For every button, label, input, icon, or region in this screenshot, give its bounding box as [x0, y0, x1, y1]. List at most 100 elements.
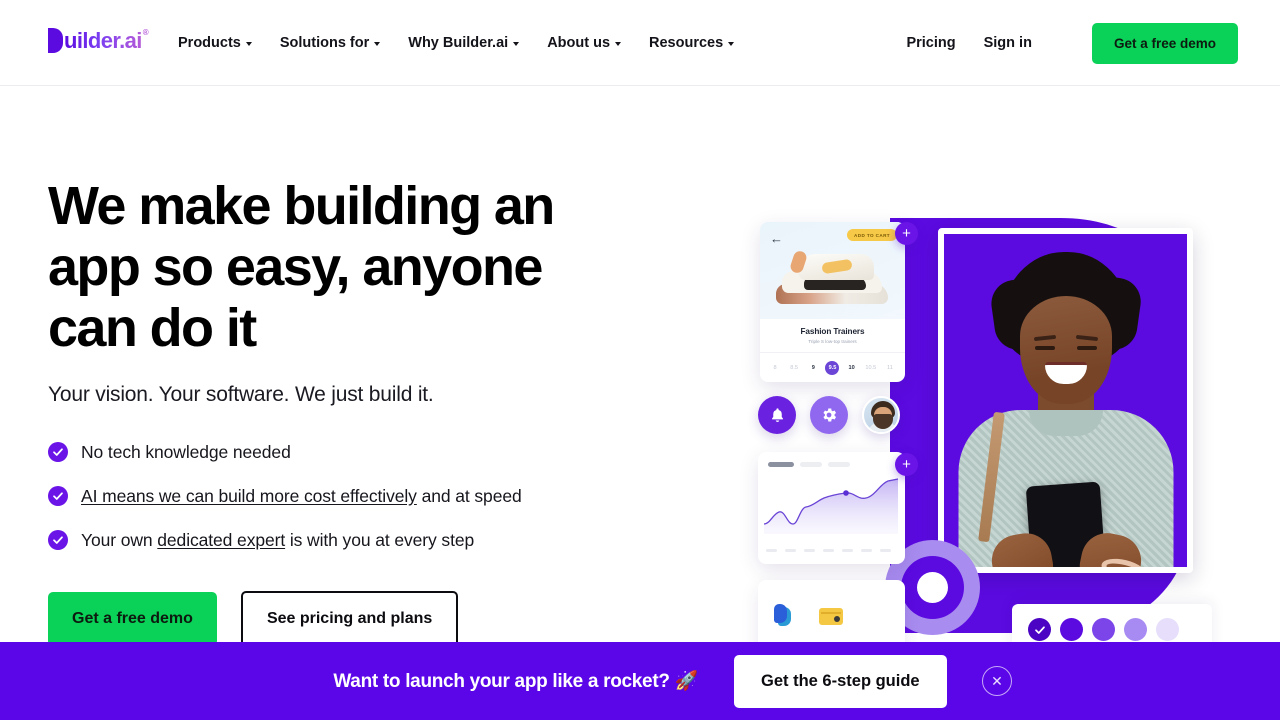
hero-cta-row: Get a free demo See pricing and plans — [48, 591, 648, 647]
see-pricing-and-plans-button[interactable]: See pricing and plans — [240, 591, 459, 647]
hero-illustration: ← Add to cart Fashion Trainers Triple S … — [740, 200, 1240, 660]
legend-bar — [800, 462, 822, 467]
chevron-down-icon — [513, 42, 520, 46]
nav-label: Why Builder.ai — [408, 35, 509, 51]
header-actions: Pricing Sign in Get a free demo — [892, 0, 1238, 86]
list-item: No tech knowledge needed — [48, 441, 648, 463]
smile — [1044, 362, 1087, 384]
nav-label: Solutions for — [279, 35, 370, 51]
gear-icon[interactable] — [810, 396, 848, 434]
hero-subheadline: Your vision. Your software. We just buil… — [48, 383, 434, 406]
analytics-chart-card — [758, 452, 905, 564]
paypal-logo-icon — [774, 604, 793, 628]
face — [1019, 296, 1112, 404]
size-option[interactable]: 10.5 — [864, 361, 878, 375]
benefit-link[interactable]: dedicated expert — [157, 530, 285, 550]
chevron-down-icon — [374, 42, 381, 46]
chevron-down-icon — [615, 42, 622, 46]
nav-item-resources[interactable]: Resources — [649, 35, 735, 51]
axis-tick — [861, 549, 872, 552]
chart-legend — [758, 452, 905, 467]
list-item: Your own dedicated expert is with you at… — [48, 529, 648, 551]
check-circle-icon — [48, 486, 68, 506]
add-to-cart-badge[interactable]: Add to cart — [847, 229, 897, 241]
progress-dot — [1124, 618, 1147, 641]
hero-content: We make building an app so easy, anyone … — [48, 176, 648, 647]
promo-banner-message: Want to launch your app like a rocket? 🚀 — [333, 671, 698, 692]
nav-item-about-us[interactable]: About us — [547, 35, 622, 51]
progress-dot-completed — [1028, 618, 1051, 641]
app-icon-row — [758, 396, 900, 434]
close-icon[interactable]: ✕ — [982, 666, 1012, 696]
logo-wordmark: uilder.ai — [64, 28, 142, 53]
benefit-prefix: Your own — [81, 530, 158, 550]
add-plus-button[interactable]: + — [895, 222, 918, 245]
eye-right — [1076, 346, 1097, 350]
axis-tick — [785, 549, 796, 552]
check-circle-icon — [48, 530, 68, 550]
size-option[interactable]: 9 — [806, 361, 820, 375]
bell-icon[interactable] — [758, 396, 796, 434]
list-item: AI means we can build more cost effectiv… — [48, 485, 648, 507]
site-header: uilder.ai ® Products Solutions for Why B… — [0, 0, 1280, 86]
size-option-selected[interactable]: 9.5 — [825, 361, 840, 375]
size-option[interactable]: 8.5 — [787, 361, 801, 375]
add-plus-button[interactable]: + — [895, 453, 918, 476]
woman-with-phone-illustration — [944, 234, 1187, 567]
axis-tick — [766, 549, 777, 552]
chart-x-axis — [766, 549, 891, 552]
axis-tick — [842, 549, 853, 552]
nav-label: Resources — [649, 35, 724, 51]
axis-tick — [823, 549, 834, 552]
sign-in-link[interactable]: Sign in — [970, 35, 1046, 51]
benefit-text: Your own dedicated expert is with you at… — [81, 529, 474, 551]
benefit-text: No tech knowledge needed — [81, 442, 291, 462]
header-get-free-demo-button[interactable]: Get a free demo — [1091, 22, 1238, 64]
product-card-fashion-trainers: ← Add to cart Fashion Trainers Triple S … — [760, 222, 905, 382]
avatar[interactable] — [862, 396, 900, 434]
product-image-area: ← Add to cart — [760, 222, 905, 319]
primary-nav: Products Solutions for Why Builder.ai Ab… — [178, 0, 735, 86]
logo-b-mark — [48, 28, 63, 53]
builder-ai-logo[interactable]: uilder.ai ® — [48, 28, 149, 53]
progress-dot — [1060, 618, 1083, 641]
paypal-front — [774, 604, 787, 623]
hero-photo-card — [938, 228, 1193, 573]
get-6-step-guide-button[interactable]: Get the 6-step guide — [734, 654, 947, 708]
promo-banner: Want to launch your app like a rocket? 🚀… — [0, 642, 1280, 720]
nav-label: Products — [178, 35, 241, 51]
hero-get-free-demo-button[interactable]: Get a free demo — [48, 592, 217, 646]
size-selector: 8 8.5 9 9.5 10 10.5 11 — [760, 352, 905, 375]
axis-tick — [804, 549, 815, 552]
sneaker-illustration — [776, 248, 888, 306]
pricing-link[interactable]: Pricing — [892, 35, 969, 51]
benefit-suffix: is with you at every step — [285, 530, 475, 550]
benefit-link[interactable]: AI means we can build more cost effectiv… — [81, 486, 417, 506]
area-chart — [763, 478, 899, 534]
progress-dot — [1156, 618, 1179, 641]
hero-benefit-list: No tech knowledge needed AI means we can… — [48, 441, 648, 551]
credit-card-icon — [819, 607, 843, 625]
back-arrow-icon[interactable]: ← — [770, 231, 783, 246]
eye-left — [1034, 346, 1055, 350]
size-option[interactable]: 11 — [883, 361, 897, 375]
size-option[interactable]: 10 — [845, 361, 859, 375]
eyebrow-left — [1033, 334, 1056, 342]
nav-label: About us — [547, 35, 611, 51]
chevron-down-icon — [728, 42, 735, 46]
progress-dot — [1092, 618, 1115, 641]
logo-registered-icon: ® — [142, 28, 149, 37]
chevron-down-icon — [245, 42, 252, 46]
legend-bar — [828, 462, 850, 467]
eyebrow-right — [1075, 334, 1098, 342]
legend-bar — [768, 462, 794, 467]
progress-dots — [1028, 618, 1179, 641]
size-option[interactable]: 8 — [768, 361, 782, 375]
benefit-text: AI means we can build more cost effectiv… — [81, 485, 522, 507]
check-circle-icon — [48, 442, 68, 462]
nav-item-products[interactable]: Products — [178, 35, 252, 51]
nav-item-solutions-for[interactable]: Solutions for — [279, 35, 381, 51]
benefit-suffix: and at speed — [416, 486, 522, 506]
axis-tick — [880, 549, 891, 552]
nav-item-why-builder-ai[interactable]: Why Builder.ai — [408, 35, 520, 51]
